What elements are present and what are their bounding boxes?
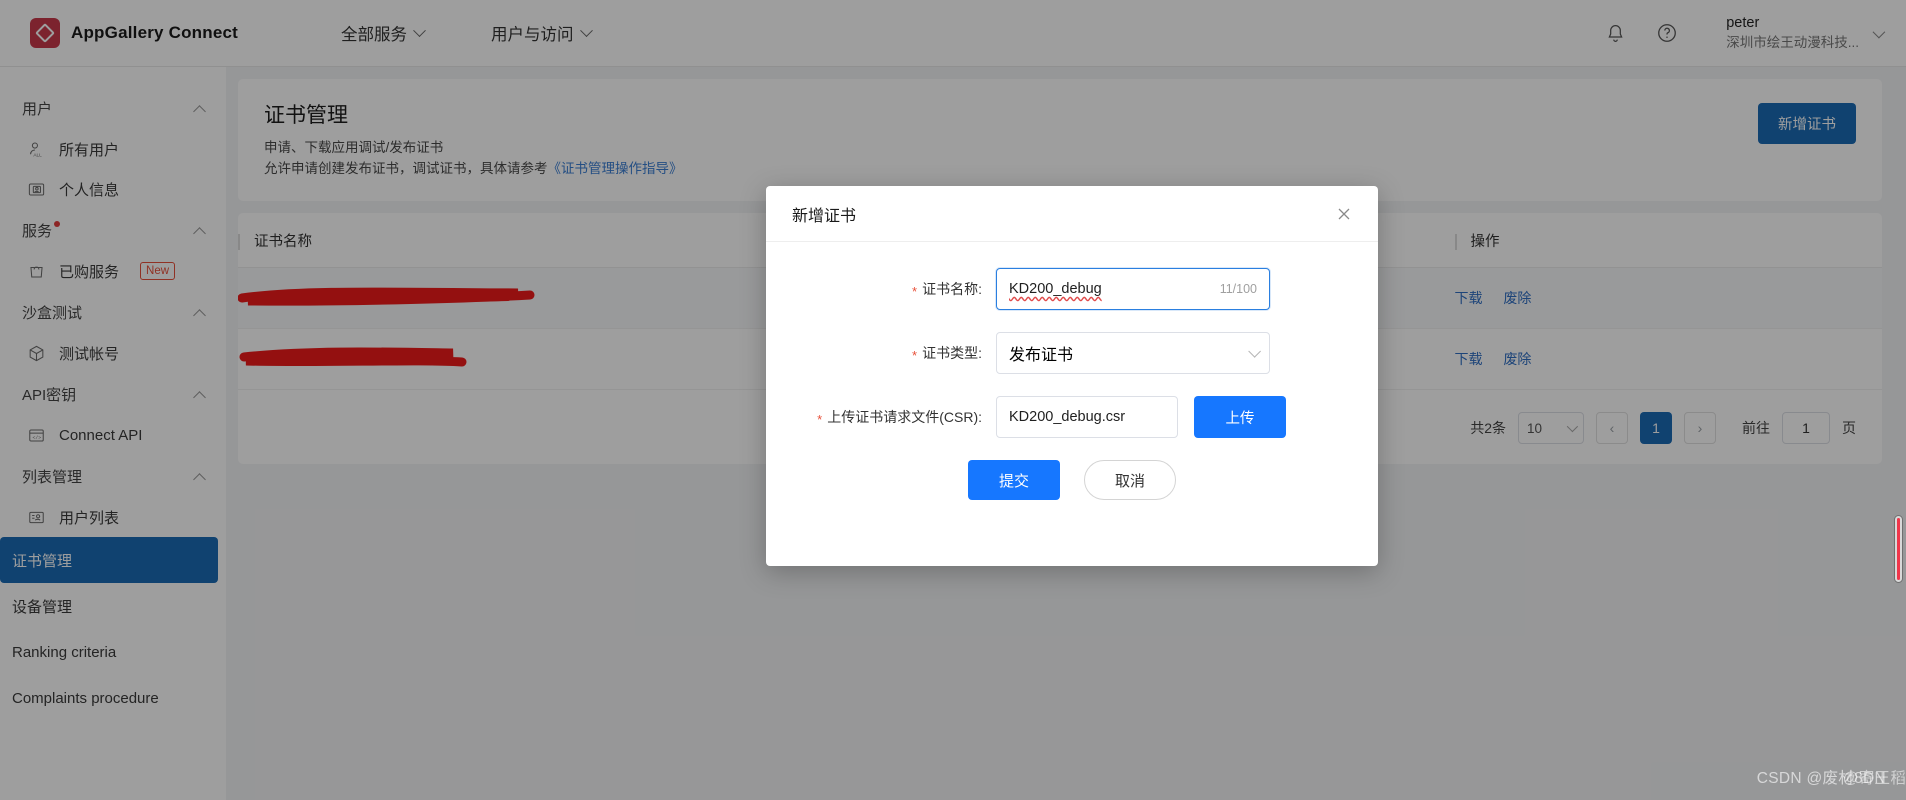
submit-button[interactable]: 提交 bbox=[968, 460, 1060, 500]
csr-file-value: KD200_debug.csr bbox=[1009, 409, 1126, 425]
required-asterisk: * bbox=[912, 284, 918, 299]
label-cert-type-text: 证书类型: bbox=[922, 345, 982, 361]
upload-button[interactable]: 上传 bbox=[1194, 396, 1286, 438]
close-icon[interactable] bbox=[1332, 202, 1356, 226]
dialog-footer: 提交 取消 bbox=[800, 460, 1344, 500]
vertical-scrollbar[interactable] bbox=[1894, 515, 1903, 583]
dialog-title: 新增证书 bbox=[792, 207, 857, 225]
field-row-cert-type: * 证书类型: 发布证书 bbox=[800, 332, 1344, 374]
cert-name-input[interactable]: KD200_debug 11/100 bbox=[996, 268, 1270, 310]
cancel-button[interactable]: 取消 bbox=[1084, 460, 1176, 500]
csr-file-input[interactable]: KD200_debug.csr bbox=[996, 396, 1178, 438]
cert-type-select[interactable]: 发布证书 bbox=[996, 332, 1270, 374]
label-csr-file: * 上传证书请求文件(CSR): bbox=[800, 407, 996, 427]
dialog-body: * 证书名称: KD200_debug 11/100 * 证书类型: 发布证书 bbox=[766, 242, 1378, 500]
required-asterisk: * bbox=[912, 348, 918, 363]
watermark-text-2: @寄王稻鹿 bbox=[1842, 770, 1906, 787]
chevron-down-icon bbox=[1248, 344, 1261, 358]
cert-name-counter: 11/100 bbox=[1219, 282, 1257, 296]
scrollbar-thumb[interactable] bbox=[1897, 518, 1900, 580]
cert-type-value: 发布证书 bbox=[1009, 347, 1074, 364]
label-cert-name-text: 证书名称: bbox=[922, 281, 982, 297]
field-row-cert-name: * 证书名称: KD200_debug 11/100 bbox=[800, 268, 1344, 310]
dialog-header: 新增证书 bbox=[766, 186, 1378, 242]
cert-name-value: KD200_debug bbox=[1009, 281, 1102, 297]
label-cert-type: * 证书类型: bbox=[800, 343, 996, 363]
required-asterisk: * bbox=[817, 412, 823, 427]
label-cert-name: * 证书名称: bbox=[800, 279, 996, 299]
app-root: AppGallery Connect 全部服务 用户与访问 peter 深圳市绘… bbox=[0, 0, 1906, 800]
add-certificate-dialog: 新增证书 * 证书名称: KD200_debug 11/100 * 证书类型: bbox=[766, 186, 1378, 566]
watermark: CSDN @废材8DN @寄王稻鹿 bbox=[1757, 766, 1906, 788]
field-row-csr-file: * 上传证书请求文件(CSR): KD200_debug.csr 上传 bbox=[800, 396, 1344, 438]
label-csr-file-text: 上传证书请求文件(CSR): bbox=[827, 409, 982, 425]
